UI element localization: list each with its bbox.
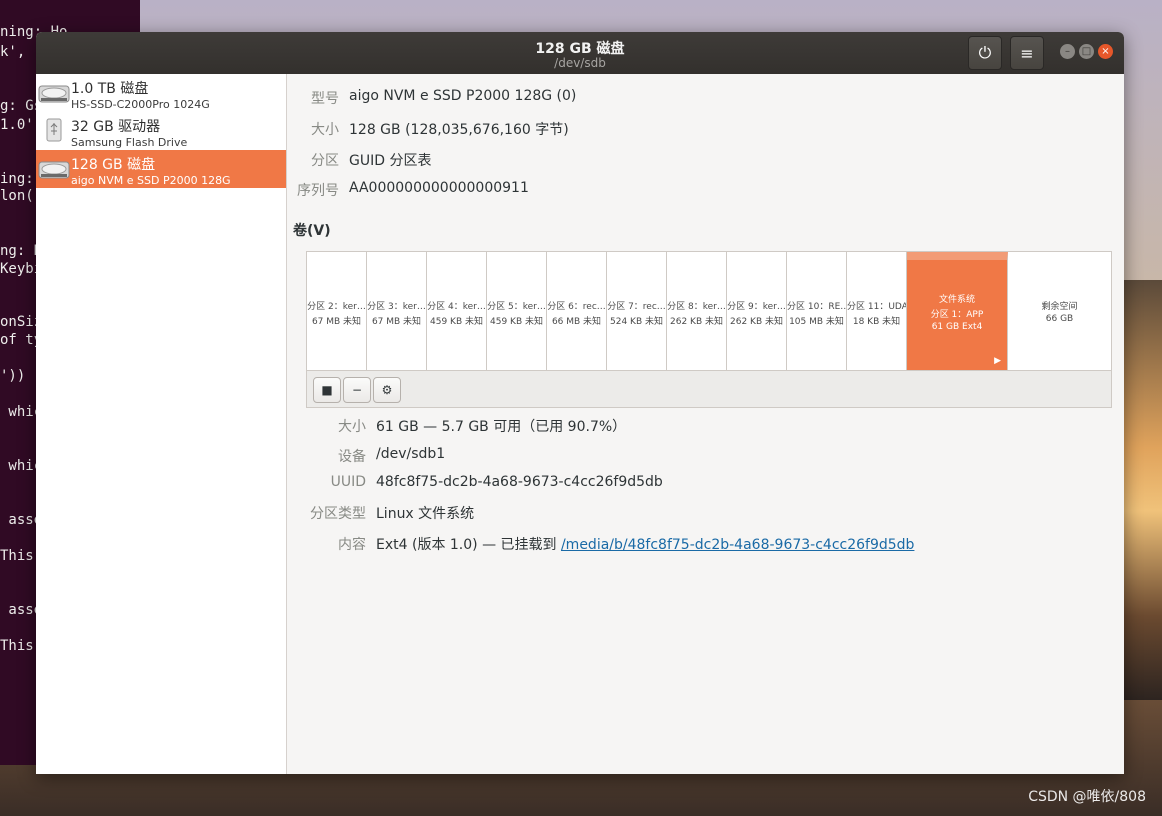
partition-label: 分区 8：ker… [667, 302, 726, 312]
power-off-button[interactable]: ⏻ [968, 36, 1002, 70]
partition-9[interactable]: 分区 9：ker… 262 KB 未知 [727, 252, 787, 370]
sidebar-item-32gb-drive[interactable]: 32 GB 驱动器 Samsung Flash Drive [36, 112, 286, 150]
sidebar-item-title: 32 GB 驱动器 [71, 119, 161, 135]
partition-type-value: Linux 文件系统 [376, 506, 475, 522]
titlebar[interactable]: 128 GB 磁盘 /dev/sdb ⏻ ≡ – □ × [36, 32, 1124, 74]
desktop-wallpaper [1120, 280, 1162, 700]
partition-label: 分区 3：ker… [367, 302, 426, 312]
contents-value: Ext4 (版本 1.0) — 已挂载到 /media/b/48fc8f75-d… [376, 534, 914, 554]
partition-size-value: 61 GB — 5.7 GB 可用（已用 90.7%） [376, 419, 627, 435]
partition-1-selected[interactable]: 文件系统 分区 1：APP 61 GB Ext4 ▶ [907, 252, 1008, 370]
partition-options-button[interactable]: ⚙ [373, 377, 401, 403]
partition-label: 分区 1：APP [930, 310, 984, 320]
partition-label: 分区 6：rec… [547, 302, 606, 312]
mount-point-link[interactable]: /media/b/48fc8f75-dc2b-4a68-9673-c4cc26f… [561, 537, 914, 553]
usb-drive-icon [46, 118, 62, 142]
partition-size: 18 KB 未知 [852, 317, 901, 327]
terminal-line: ')) [0, 368, 26, 384]
size-label: 大小 [311, 122, 339, 138]
terminal-line: This [0, 638, 34, 654]
partition-10[interactable]: 分区 10：RE… 105 MB 未知 [787, 252, 847, 370]
terminal-line: This [0, 548, 34, 564]
free-space[interactable]: 剩余空间 66 GB [1008, 252, 1111, 370]
minus-icon: − [351, 383, 363, 397]
model-value: aigo NVM e SSD P2000 128G (0) [349, 88, 577, 104]
partitioning-label: 分区 [311, 153, 339, 169]
maximize-button[interactable]: □ [1079, 44, 1094, 59]
partition-label: 分区 4：ker… [427, 302, 486, 312]
contents-text: Ext4 (版本 1.0) — 已挂载到 [376, 537, 561, 553]
sidebar-item-1tb-disk[interactable]: 1.0 TB 磁盘 HS-SSD-C2000Pro 1024G [36, 74, 286, 112]
partition-size: 524 KB 未知 [610, 317, 663, 327]
window-subtitle: /dev/sdb [554, 56, 606, 70]
partition-label: 分区 5：ker… [487, 302, 546, 312]
sidebar-item-subtitle: Samsung Flash Drive [71, 136, 188, 149]
partition-label: 分区 7：rec… [607, 302, 666, 312]
mounted-indicator-icon: ▶ [994, 356, 1001, 366]
partition-size: 459 KB 未知 [490, 317, 543, 327]
volumes-heading: 卷(V) [293, 223, 331, 239]
disks-window: 128 GB 磁盘 /dev/sdb ⏻ ≡ – □ × 1.0 TB 磁盘 H… [36, 32, 1124, 774]
free-space-label: 剩余空间 [1041, 302, 1078, 312]
sidebar-item-title: 1.0 TB 磁盘 [71, 81, 149, 97]
size-value: 128 GB (128,035,676,160 字节) [349, 122, 569, 138]
sidebar-item-subtitle: HS-SSD-C2000Pro 1024G [71, 98, 210, 111]
window-title: 128 GB 磁盘 [535, 41, 625, 57]
drive-menu-button[interactable]: ≡ [1010, 36, 1044, 70]
stop-icon: ■ [321, 383, 333, 397]
partition-label: 分区 9：ker… [727, 302, 786, 312]
device-label: 设备 [338, 449, 366, 465]
serial-label: 序列号 [297, 183, 339, 199]
power-icon: ⏻ [978, 43, 992, 62]
partition-size: 459 KB 未知 [430, 317, 483, 327]
terminal-line: ing: [0, 171, 34, 187]
hamburger-menu-icon: ≡ [1020, 43, 1034, 63]
drive-details-pane: 型号 aigo NVM e SSD P2000 128G (0) 大小 128 … [287, 74, 1124, 774]
partition-size: 61 GB Ext4 [931, 322, 983, 332]
model-label: 型号 [311, 91, 339, 107]
watermark: CSDN @唯依/808 [1028, 789, 1146, 805]
hard-disk-icon [38, 161, 70, 179]
minimize-button[interactable]: – [1060, 44, 1075, 59]
drive-sidebar: 1.0 TB 磁盘 HS-SSD-C2000Pro 1024G 32 GB 驱动… [36, 74, 287, 774]
partition-6[interactable]: 分区 6：rec… 66 MB 未知 [547, 252, 607, 370]
partition-11[interactable]: 分区 11：UDA 18 KB 未知 [847, 252, 907, 370]
uuid-label: UUID [330, 474, 366, 490]
partition-label: 分区 11：UDA [847, 302, 906, 312]
partition-2[interactable]: 分区 2：ker… 67 MB 未知 [307, 252, 367, 370]
hard-disk-icon [38, 85, 70, 103]
partition-size: 67 MB 未知 [371, 317, 422, 327]
partition-label: 分区 2：ker… [307, 302, 366, 312]
partition-7[interactable]: 分区 7：rec… 524 KB 未知 [607, 252, 667, 370]
partition-type-label: 分区类型 [310, 506, 366, 522]
partition-size: 262 KB 未知 [730, 317, 783, 327]
volume-toolbar: ■ − ⚙ [306, 371, 1112, 408]
unmount-button[interactable]: ■ [313, 377, 341, 403]
partition-5[interactable]: 分区 5：ker… 459 KB 未知 [487, 252, 547, 370]
partition-size: 66 MB 未知 [551, 317, 602, 327]
serial-value: AA000000000000000911 [349, 180, 529, 196]
uuid-value: 48fc8f75-dc2b-4a68-9673-c4cc26f9d5db [376, 474, 663, 490]
partition-content-label: 文件系统 [938, 295, 975, 305]
partition-size-label: 大小 [338, 419, 366, 435]
partition-label: 分区 10：RE… [787, 302, 846, 312]
volume-map: 分区 2：ker… 67 MB 未知 分区 3：ker… 67 MB 未知 分区… [306, 251, 1112, 371]
partitioning-value: GUID 分区表 [349, 153, 432, 169]
partition-size: 67 MB 未知 [311, 317, 362, 327]
sidebar-item-subtitle: aigo NVM e SSD P2000 128G [71, 174, 231, 187]
device-value: /dev/sdb1 [376, 446, 446, 462]
partition-size: 262 KB 未知 [670, 317, 723, 327]
partition-8[interactable]: 分区 8：ker… 262 KB 未知 [667, 252, 727, 370]
free-space-size: 66 GB [1045, 314, 1074, 324]
sidebar-item-128gb-disk[interactable]: 128 GB 磁盘 aigo NVM e SSD P2000 128G [36, 150, 286, 188]
partition-3[interactable]: 分区 3：ker… 67 MB 未知 [367, 252, 427, 370]
delete-partition-button[interactable]: − [343, 377, 371, 403]
sidebar-item-title: 128 GB 磁盘 [71, 157, 156, 173]
partition-size: 105 MB 未知 [789, 317, 844, 327]
close-button[interactable]: × [1098, 44, 1113, 59]
partition-4[interactable]: 分区 4：ker… 459 KB 未知 [427, 252, 487, 370]
gears-icon: ⚙ [381, 383, 393, 397]
contents-label: 内容 [338, 537, 366, 553]
